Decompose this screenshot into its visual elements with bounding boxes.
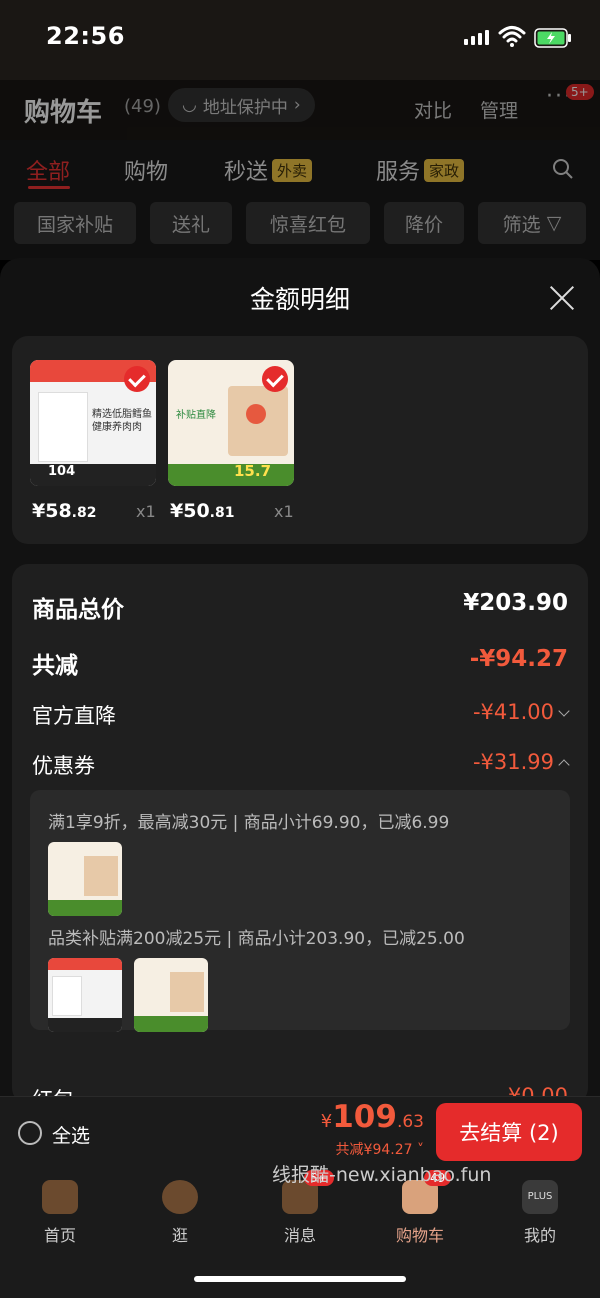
home-indicator [194, 1276, 406, 1282]
chevron-up-icon [558, 759, 570, 771]
discount-label: 共减 [32, 653, 78, 679]
coupon-product-image [48, 958, 122, 1032]
official-discount-label: 官方直降 [32, 704, 116, 728]
total-amount: ¥109.63 [320, 1099, 424, 1135]
select-all-radio[interactable] [18, 1121, 42, 1145]
funnel-icon: ▽ [546, 212, 562, 234]
chevron-down-icon [558, 705, 570, 717]
nav-messages[interactable]: 5+ 消息 [250, 1170, 350, 1246]
coupon-line-1: 满1享9折，最高减30元 | 商品小计69.90，已减6.99 [48, 813, 450, 833]
search-icon[interactable] [552, 158, 574, 180]
filter-chip-filter[interactable]: 筛选 ▽ [478, 202, 586, 244]
cart-header: 购物车 (49) ◡ 地址保护中 › 对比 管理 ··· 5+ [0, 80, 600, 140]
filter-chip-pricedrop[interactable]: 降价 [384, 202, 464, 244]
product-qty: x1 [274, 502, 294, 521]
product-item[interactable]: 精选低脂鳕鱼 健康养肉肉 104 ¥58.82 x1 [30, 360, 156, 522]
price-details-card: 商品总价 ¥203.90 共减 -¥94.27 官方直降 -¥41.00 优惠券… [12, 564, 588, 1098]
close-icon[interactable] [548, 284, 576, 312]
nav-cart[interactable]: 49 购物车 [370, 1170, 470, 1246]
checked-icon [124, 366, 150, 392]
product-price: ¥58.82 [32, 500, 97, 522]
official-discount-value: -¥41.00 [472, 700, 554, 724]
address-label: 地址保护中 [202, 97, 288, 118]
tab-shopping[interactable]: 购物 [124, 154, 168, 186]
sheet-title: 金额明细 [249, 285, 350, 314]
signal-icon [464, 30, 489, 45]
page-title: 购物车 [24, 98, 103, 128]
coupon-value: -¥31.99 [472, 750, 554, 774]
nav-browse[interactable]: 逛 [130, 1180, 230, 1246]
category-tabs: 全部 购物 秒送 外卖 服务 家政 [0, 150, 600, 190]
plus-member-icon: PLUS [522, 1180, 558, 1214]
cart-count: (49) [124, 96, 161, 117]
discount-value: -¥94.27 [469, 646, 568, 672]
tab-service[interactable]: 服务 家政 [376, 154, 465, 186]
checkout-bar: 全选 ¥109.63 共减¥94.27 ˅ 去结算 (2) [0, 1096, 600, 1168]
home-icon [42, 1180, 78, 1214]
tab-instant-label: 秒送 [224, 160, 269, 185]
product-price: ¥50.81 [170, 500, 235, 522]
compare-button[interactable]: 对比 [414, 96, 452, 123]
tab-service-label: 服务 [376, 160, 421, 185]
total-price-label: 商品总价 [32, 597, 124, 623]
chevron-down-icon: ˅ [412, 1142, 424, 1158]
coupon-label: 优惠券 [32, 754, 95, 778]
filter-chips: 国家补贴 送礼 惊喜红包 降价 筛选 ▽ [0, 200, 600, 246]
filter-chip-subsidy[interactable]: 国家补贴 [14, 202, 136, 244]
status-time: 22:56 [46, 22, 125, 50]
nav-home[interactable]: 首页 [10, 1180, 110, 1246]
coupon-line-2: 品类补贴满200减25元 | 商品小计203.90，已减25.00 [48, 929, 465, 949]
watermark: 线报酷-new.xianbao.fun [272, 1164, 492, 1186]
checked-icon [262, 366, 288, 392]
tab-instant-tag: 外卖 [272, 159, 313, 182]
product-thumb-text: 补贴直降 [176, 410, 216, 421]
product-card: 精选低脂鳕鱼 健康养肉肉 104 ¥58.82 x1 补贴直降 15.7 ¥50… [12, 336, 588, 544]
product-thumb-price: 15.7 [234, 462, 272, 480]
battery-icon [534, 28, 571, 48]
amount-detail-sheet: 金额明细 精选低脂鳕鱼 健康养肉肉 104 ¥58.82 x1 补贴直降 15.… [0, 258, 600, 1098]
filter-chip-gift[interactable]: 送礼 [150, 202, 232, 244]
tab-all[interactable]: 全部 [26, 154, 70, 186]
mascot-icon [162, 1180, 198, 1214]
more-badge: 5+ [566, 84, 594, 100]
product-image-1: 精选低脂鳕鱼 健康养肉肉 104 [30, 360, 156, 486]
product-qty: x1 [136, 502, 156, 521]
smile-icon: ◡ [182, 95, 197, 115]
select-all-label[interactable]: 全选 [52, 1121, 90, 1148]
tab-underline [28, 186, 70, 189]
filter-chip-redpacket[interactable]: 惊喜红包 [246, 202, 370, 244]
tab-instant[interactable]: 秒送 外卖 [224, 154, 313, 186]
product-thumb-price: 104 [48, 464, 76, 479]
manage-button[interactable]: 管理 [480, 96, 518, 123]
checkout-button[interactable]: 去结算 (2) [436, 1103, 582, 1161]
product-thumb-text: 精选低脂鳕鱼 健康养肉肉 [92, 409, 152, 433]
coupon-product-image [48, 842, 122, 916]
chevron-right-icon: › [293, 95, 301, 115]
status-bar: 22:56 [0, 0, 600, 80]
saved-amount[interactable]: 共减¥94.27 ˅ [336, 1139, 424, 1159]
wifi-icon [498, 26, 526, 47]
product-image-2: 补贴直降 15.7 [168, 360, 294, 486]
product-item[interactable]: 补贴直降 15.7 ¥50.81 x1 [168, 360, 294, 522]
nav-mine[interactable]: PLUS 我的 [490, 1180, 590, 1246]
address-protection-button[interactable]: ◡ 地址保护中 › [168, 88, 315, 122]
total-price-value: ¥203.90 [463, 590, 568, 616]
coupon-detail-box: 满1享9折，最高减30元 | 商品小计69.90，已减6.99 品类补贴满200… [30, 790, 570, 1032]
coupon-product-image [134, 958, 208, 1032]
filter-label: 筛选 [502, 213, 541, 236]
tab-service-tag: 家政 [424, 159, 465, 182]
